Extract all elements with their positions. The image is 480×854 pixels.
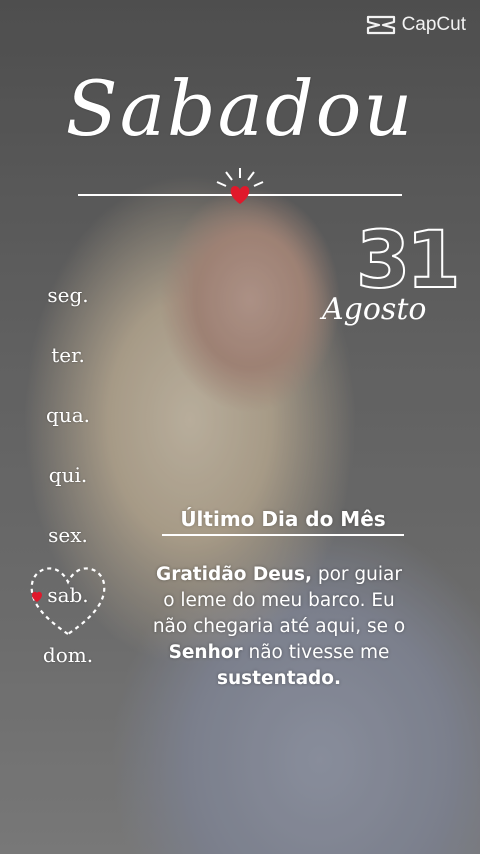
weekday-mon: seg. xyxy=(47,283,89,307)
capcut-watermark: CapCut xyxy=(366,14,466,36)
message-text-2: não tivesse me xyxy=(242,642,390,663)
message-text: Gratidão Deus, por guiar o leme do meu b… xyxy=(150,562,408,692)
message-bold-1: Gratidão Deus, xyxy=(156,564,312,585)
message-bold-2: Senhor xyxy=(168,642,243,663)
message-bold-3: sustentado. xyxy=(216,668,342,689)
headline-underline xyxy=(162,534,404,536)
weekday-fri: sex. xyxy=(48,523,88,547)
page-title: Sabadou xyxy=(65,64,415,153)
weekday-tue: ter. xyxy=(51,343,85,367)
weekday-sun: dom. xyxy=(42,643,94,667)
heart-outline-icon xyxy=(30,567,106,636)
weekday-wed: qua. xyxy=(46,403,90,427)
headline: Último Dia do Mês xyxy=(180,507,386,531)
weekday-thu: qui. xyxy=(48,463,88,487)
heart-icon xyxy=(216,168,264,204)
date-month: Agosto xyxy=(322,292,427,327)
brand-name: CapCut xyxy=(401,14,466,35)
date-day: 31 xyxy=(355,216,462,306)
capcut-logo-icon xyxy=(366,15,395,35)
